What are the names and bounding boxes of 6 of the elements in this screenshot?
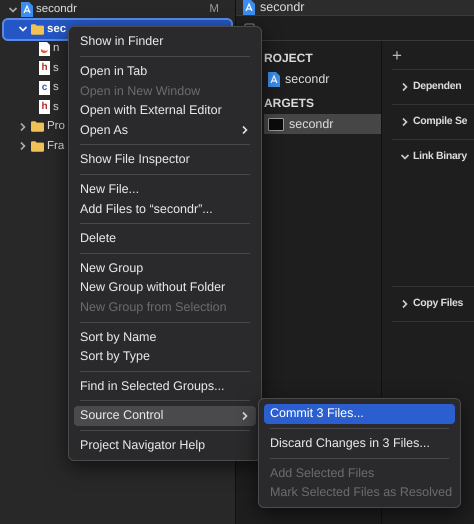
source-file-icon: h: [39, 61, 50, 76]
section-heading: ROJECT: [264, 50, 314, 67]
section-heading: ARGETS: [264, 95, 316, 112]
source-file-icon: h: [39, 100, 50, 114]
editor-title: secondr: [260, 0, 304, 16]
source-file-icon: c: [39, 80, 50, 95]
